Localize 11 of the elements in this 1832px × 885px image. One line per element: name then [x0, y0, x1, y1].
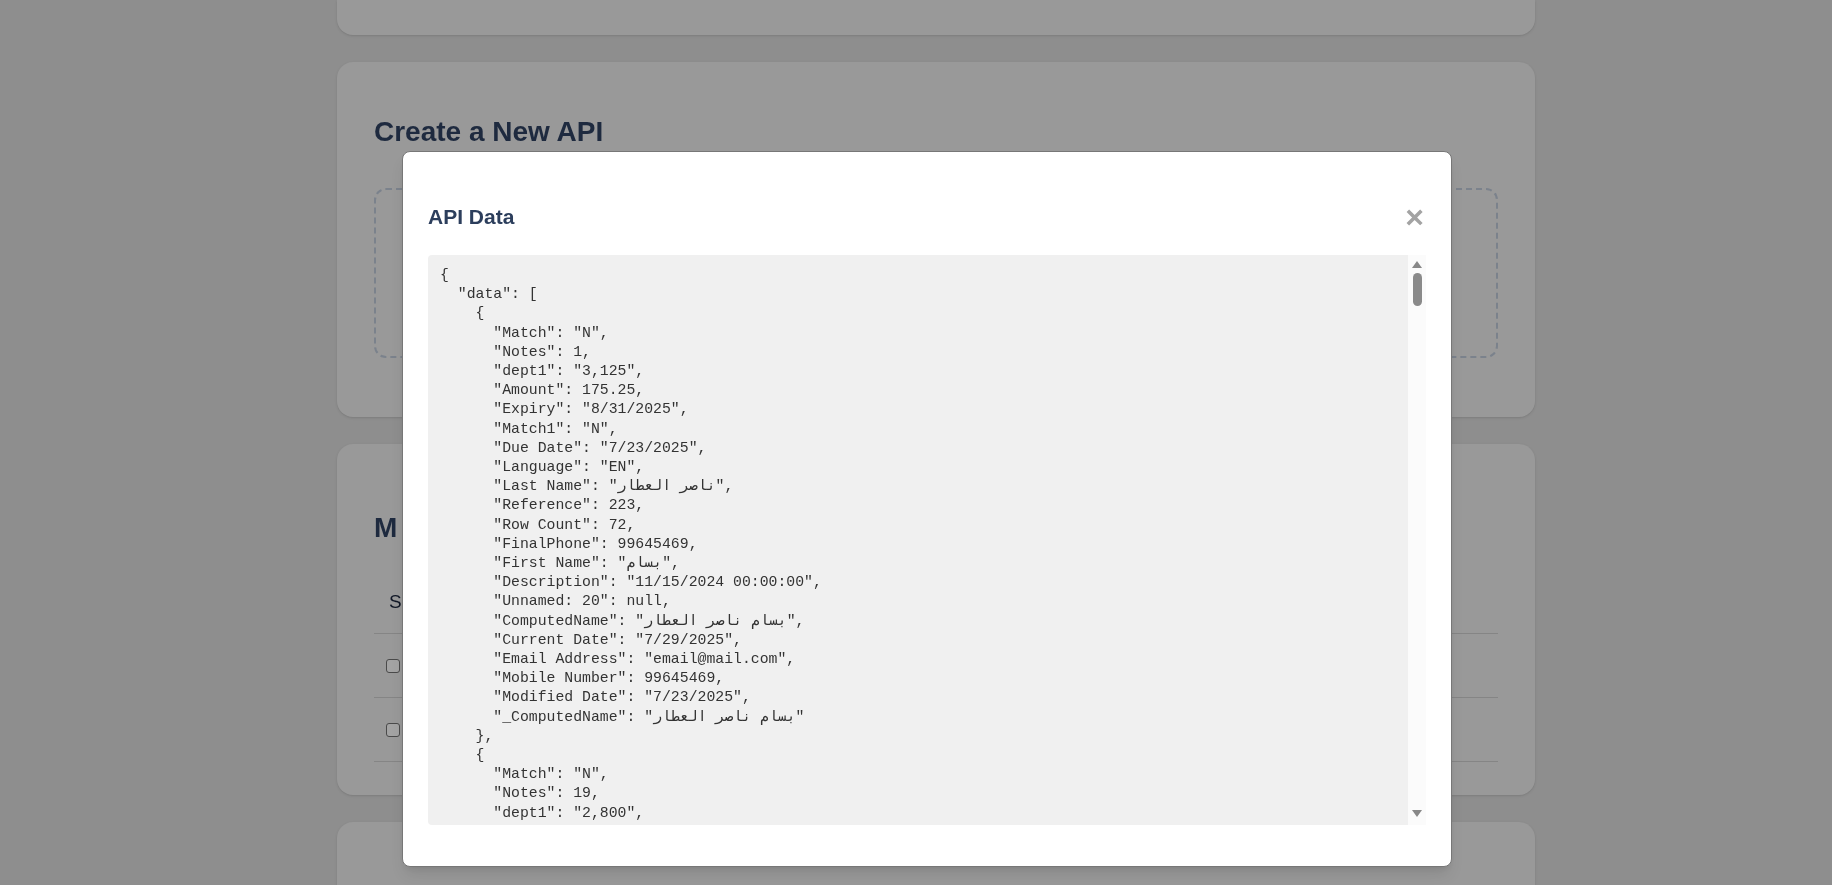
scroll-down-icon[interactable]	[1412, 810, 1422, 817]
row-checkbox[interactable]	[386, 722, 400, 737]
close-button[interactable]: ×	[1405, 204, 1424, 230]
scrollbar-thumb[interactable]	[1412, 273, 1422, 306]
json-code-block: { "data": [ { "Match": "N", "Notes": 1, "dept1": "3,125", "Amount": 175.25, "Expiry": "8/31/2025", "Match1": "N", "Due Date": "7/23/2025", "Language": "EN", "Last Name": "ناصر العطار", "Reference": 223, "Row Count": 72, "FinalPhone": 99645469, "First Name": "بسام", "Description": "11/15/2024 00:00:00", "Unnamed: 20": null, "ComputedName": "بسام ناصر العطار", "Current Date": "7/29/2025", "Email Address": "email@mail.com", "Mobile Number": 99645469, "Modified Date": "7/23/2025", "_ComputedName": "بسام ناصر العطار" }, { "Match": "N", "Notes": 19, "dept1": "2,800",	[428, 255, 1408, 825]
section-heading: M	[374, 512, 398, 544]
modal-title: API Data	[428, 204, 515, 230]
section-heading: Create a New API	[374, 116, 604, 148]
column-header: S	[389, 590, 402, 615]
scroll-up-icon[interactable]	[1412, 261, 1422, 268]
row-checkbox[interactable]	[386, 658, 400, 673]
